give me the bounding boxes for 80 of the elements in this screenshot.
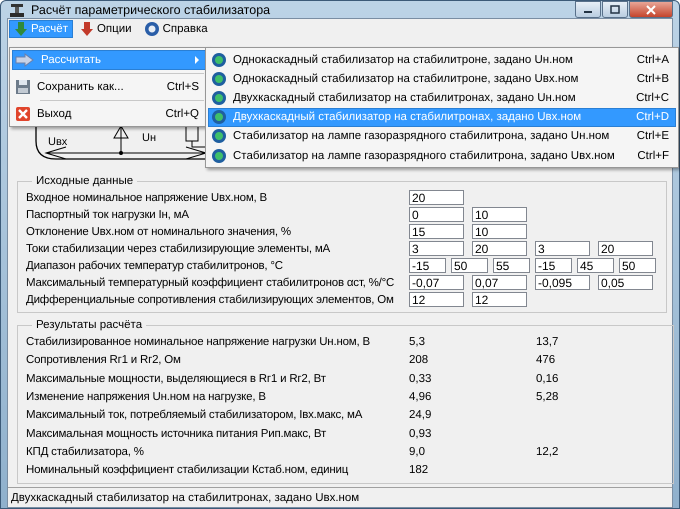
input-field[interactable]: 10	[472, 207, 527, 222]
bullet-icon	[211, 128, 227, 144]
result-value: 0,93	[409, 428, 432, 440]
input-field[interactable]: 12	[409, 292, 464, 307]
menu-item[interactable]: Опции	[74, 20, 137, 38]
result-label: Изменение напряжения Uн.ном на нагрузке, В	[26, 391, 267, 404]
bullet-icon	[211, 90, 227, 106]
parameter-label: Диапазон рабочих температур стабилитронов, °С	[26, 260, 284, 272]
result-value: 182	[409, 464, 430, 476]
close-icon	[646, 4, 656, 14]
input-field[interactable]: 0,07	[472, 275, 527, 290]
input-field[interactable]: 10	[472, 224, 527, 239]
bullet-icon	[211, 52, 227, 68]
voltage-label: Uвх	[48, 136, 68, 148]
input-field[interactable]: 3	[409, 241, 464, 256]
result-value: 9,0	[409, 446, 426, 458]
bullet-icon	[211, 109, 227, 126]
result-value: 13,7	[536, 336, 560, 348]
input-field[interactable]: -15	[409, 258, 446, 273]
result-value: 5,28	[536, 391, 560, 404]
input-field[interactable]: 0	[409, 207, 464, 222]
result-label: Стабилизированное номинальное напряжение нагрузки Uн.ном, В	[26, 336, 371, 348]
result-label: Максимальный ток, потребляемый стабилизатором, Iвх.макс, мА	[26, 409, 364, 422]
input-field[interactable]: 20	[472, 241, 527, 256]
input-field[interactable]: 50	[619, 258, 656, 273]
maximize-button[interactable]	[602, 1, 628, 18]
parameter-label: Входное номинальное напряжение Uвх.ном, В	[26, 192, 268, 204]
result-value: 476	[536, 354, 556, 366]
result-label: КПД стабилизатора, %	[26, 446, 145, 458]
close-button[interactable]	[629, 1, 673, 18]
parameter-label: Токи стабилизации через стабилизирующие элементы, мА	[26, 242, 332, 254]
input-field[interactable]: 50	[451, 258, 488, 273]
input-field[interactable]: 20	[598, 241, 653, 256]
input-field[interactable]: 20	[409, 190, 464, 205]
result-value: 0,16	[536, 372, 560, 385]
parameter-label: Максимальный температурный коэффициент стабилитронов αст, %/°С	[26, 276, 396, 288]
group-title: Исходные данные	[35, 175, 134, 187]
result-label: Максимальные мощности, выделяющиеся в Rг1 и Rг2, Вт	[26, 372, 327, 385]
input-field[interactable]: 0,05	[598, 275, 653, 290]
input-field[interactable]: -0,095	[535, 275, 590, 290]
result-value: 0,33	[409, 372, 432, 385]
result-value: 208	[409, 354, 430, 366]
close-icon	[15, 106, 31, 122]
result-label: Сопротивления Rг1 и Rг2, Ом	[26, 354, 182, 366]
app-icon	[9, 2, 25, 18]
result-value: 24,9	[409, 409, 432, 422]
down-arrow-icon	[14, 21, 28, 37]
menu-item[interactable]: Стабилизатор на лампе газоразрядного стабилитрона, задано Uн.ном Ctrl+E	[208, 126, 676, 146]
result-label: Номинальный коэффициент стабилизации Кстаб.ном, единиц	[26, 464, 350, 476]
input-field[interactable]: 15	[409, 224, 464, 239]
bullet-icon	[211, 148, 227, 164]
menu-item[interactable]: Стабилизатор на лампе газоразрядного стабилитрона, задано Uвх.ном Ctrl+F	[208, 146, 676, 166]
parameter-label: Отклонение Uвх.ном от номинального значения, %	[26, 226, 292, 238]
voltage-label: Uн	[142, 132, 156, 144]
result-value: 12,2	[536, 446, 560, 458]
result-value: 4,96	[409, 391, 432, 404]
input-field[interactable]: -0,07	[409, 275, 464, 290]
arrow-icon	[15, 53, 35, 67]
down-arrow-icon	[80, 21, 94, 37]
parameter-label: Паспортный ток нагрузки Iн, мА	[26, 208, 190, 220]
status-bar: Двухкаскадный стабилизатор на стабилитронах, задано Uвх.ном	[8, 487, 672, 508]
menu-item[interactable]: Двухкаскадный стабилизатор на стабилитронах, задано Uн.ном Ctrl+C	[208, 88, 676, 108]
result-label: Максимальная мощность источника питания Рип.макс, Вт	[26, 428, 328, 440]
result-value: 5,3	[409, 336, 426, 348]
menu-item[interactable]: Выход Ctrl+Q	[12, 104, 206, 124]
input-field[interactable]: 3	[535, 241, 590, 256]
input-field[interactable]: 45	[577, 258, 614, 273]
parameter-label: Дифференциальные сопротивления стабилизирующих элементов, Ом	[26, 294, 395, 306]
menu-item[interactable]: Однокаскадный стабилизатор на стабилитроне, задано Uн.ном Ctrl+A	[208, 50, 676, 70]
bullet-icon	[211, 70, 227, 87]
input-field[interactable]: 12	[472, 292, 527, 307]
minimize-button[interactable]	[575, 1, 601, 18]
menu-item[interactable]: Справка	[138, 20, 213, 38]
menu-item[interactable]: Однокаскадный стабилизатор на стабилитроне, задано Uвх.ном Ctrl+B	[208, 69, 676, 88]
input-field[interactable]: -15	[535, 258, 572, 273]
window-title: Расчёт параметрического стабилизатора	[31, 2, 270, 16]
input-field[interactable]: 55	[493, 258, 530, 273]
group-title: Результаты расчёта	[35, 319, 144, 331]
maximize-icon	[610, 5, 620, 14]
menu-item[interactable]: Сохранить как... Ctrl+S	[12, 77, 206, 97]
